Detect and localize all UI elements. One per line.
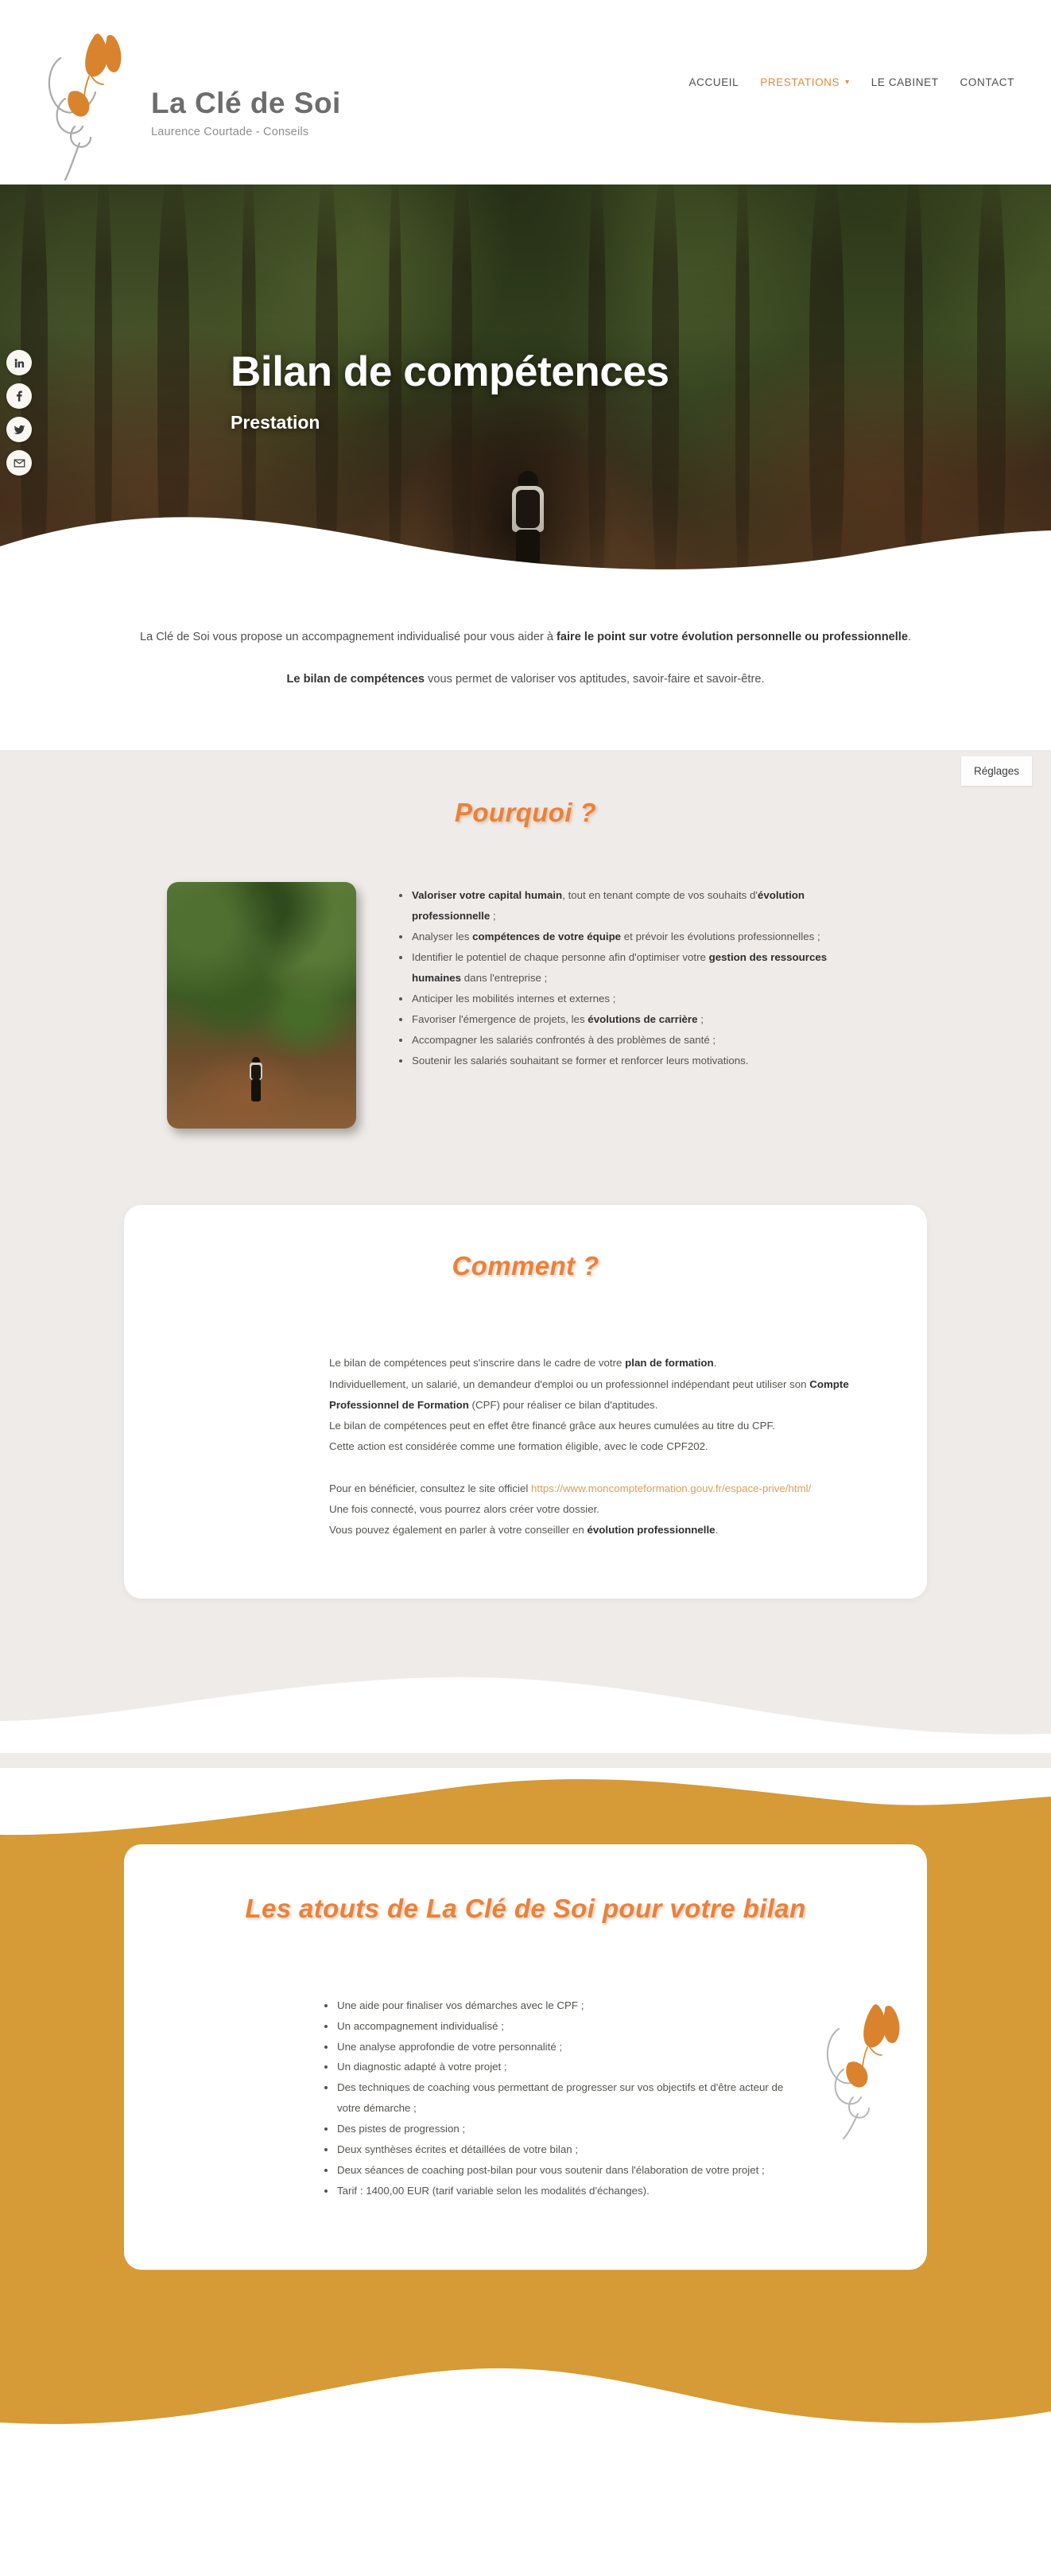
intro-paragraph-1: La Clé de Soi vous propose un accompagne… xyxy=(120,628,931,647)
comment-line-5: Pour en bénéficier, consultez le site of… xyxy=(329,1478,854,1499)
comment-line-6: Une fois connecté, vous pourrez alors cr… xyxy=(329,1503,599,1516)
comment-l5-pre: Pour en bénéficier, consultez le site of… xyxy=(329,1482,532,1494)
twitter-icon[interactable] xyxy=(6,417,32,442)
comment-body: Le bilan de compétences peut s'inscrire … xyxy=(124,1281,927,1541)
atouts-bullet-list: Une aide pour finaliser vos démarches av… xyxy=(323,1992,795,2201)
pourquoi-bullet-list: Valoriser votre capital humain, tout en … xyxy=(398,882,843,1070)
bullet-text-mid: , tout en tenant compte de vos souhaits … xyxy=(562,889,758,902)
pourquoi-image xyxy=(167,882,356,1129)
list-item: Soutenir les salariés souhaitant se form… xyxy=(398,1051,843,1071)
comment-l1-bold: plan de formation xyxy=(625,1357,714,1370)
facebook-icon[interactable] xyxy=(6,383,32,409)
bullet-text-mid: Soutenir les salariés souhaitant se form… xyxy=(412,1054,749,1067)
intro-section: La Clé de Soi vous propose un accompagne… xyxy=(0,598,1051,751)
site-header: La Clé de Soi Laurence Courtade - Consei… xyxy=(0,0,1051,185)
bullet-bold-lead: Valoriser votre capital humain xyxy=(412,889,563,902)
page-subtitle: Prestation xyxy=(231,411,320,433)
comment-l7-pre: Vous pouvez également en parler à votre … xyxy=(329,1524,588,1537)
page-title: Bilan de compétences xyxy=(231,348,669,396)
intro-p1-lead: La Clé de Soi vous propose un accompagne… xyxy=(139,631,557,643)
settings-button[interactable]: Réglages xyxy=(960,756,1032,787)
comment-l1-post: . xyxy=(713,1357,717,1370)
bullet-text-end: ; xyxy=(490,910,496,923)
bullet-text-mid: Anticiper les mobilités internes et exte… xyxy=(412,992,616,1004)
nav-item-accueil[interactable]: ACCUEIL xyxy=(689,76,739,88)
intro-p1-tail: . xyxy=(907,631,912,643)
atouts-heading: Les atouts de La Clé de Soi pour votre b… xyxy=(245,1893,806,1923)
cpf-official-link[interactable]: https://www.moncompteformation.gouv.fr/e… xyxy=(531,1482,811,1494)
bullet-text-end: dans l'entreprise ; xyxy=(461,971,548,984)
comment-l1-pre: Le bilan de compétences peut s'inscrire … xyxy=(329,1357,626,1370)
bullet-text-end: ; xyxy=(697,1012,704,1025)
intro-p1-bold: faire le point sur votre évolution perso… xyxy=(557,631,908,643)
butterfly-logo-icon xyxy=(800,1997,927,2140)
brand-subtitle: Laurence Courtade - Conseils xyxy=(151,125,309,138)
grey-content-section: Pourquoi ? Réglages Valoriser votre capi… xyxy=(0,750,1051,1769)
list-item: Un diagnostic adapté à votre projet ; xyxy=(323,2057,795,2077)
hero-banner: Bilan de compétences Prestation xyxy=(0,185,1051,598)
list-item: Valoriser votre capital humain, tout en … xyxy=(398,885,843,927)
bullet-text-mid: Analyser les xyxy=(412,931,473,943)
list-item: Tarif : 1400,00 EUR (tarif variable selo… xyxy=(323,2181,795,2201)
pourquoi-heading: Pourquoi ? xyxy=(454,798,597,828)
intro-paragraph-2: Le bilan de compétences vous permet de v… xyxy=(120,670,931,689)
list-item: Anticiper les mobilités internes et exte… xyxy=(398,989,843,1009)
list-item: Des techniques de coaching vous permetta… xyxy=(323,2077,795,2119)
bullet-bold-tail: compétences de votre équipe xyxy=(472,931,622,943)
email-icon[interactable] xyxy=(6,450,32,476)
nav-item-prestations-label: PRESTATIONS xyxy=(760,76,840,88)
brand-title: La Clé de Soi xyxy=(151,87,341,120)
comment-line-2: Individuellement, un salarié, un demande… xyxy=(329,1374,854,1416)
comment-l2-pre: Individuellement, un salarié, un demande… xyxy=(329,1377,810,1390)
comment-l2-post: (CPF) pour réaliser ce bilan d'aptitudes… xyxy=(468,1398,658,1411)
bullet-bold-tail: évolutions de carrière xyxy=(588,1012,698,1025)
comment-line-3: Le bilan de compétences peut en effet êt… xyxy=(329,1420,775,1432)
list-item: Analyser les compétences de votre équipe… xyxy=(398,927,843,947)
comment-heading: Comment ? xyxy=(452,1251,599,1281)
nav-item-prestations[interactable]: PRESTATIONS ▾ xyxy=(760,76,850,88)
bullet-text-end: et prévoir les évolutions professionnell… xyxy=(621,931,820,943)
comment-l7-bold: évolution professionnelle xyxy=(587,1524,716,1537)
main-navigation[interactable]: ACCUEIL PRESTATIONS ▾ LE CABINET CONTACT xyxy=(689,0,1051,88)
comment-line-1: Le bilan de compétences peut s'inscrire … xyxy=(329,1353,854,1373)
list-item: Un accompagnement individualisé ; xyxy=(323,2016,795,2037)
bullet-text-mid: Accompagner les salariés confrontés à de… xyxy=(412,1033,716,1046)
nav-item-contact[interactable]: CONTACT xyxy=(960,76,1014,88)
nav-item-le-cabinet[interactable]: LE CABINET xyxy=(871,76,939,88)
comment-l7-post: . xyxy=(715,1524,719,1537)
list-item: Deux séances de coaching post-bilan pour… xyxy=(323,2160,795,2181)
orange-bottom-wave xyxy=(0,2363,1051,2451)
orange-filler xyxy=(0,2269,1051,2364)
list-item: Deux synthèses écrites et détaillées de … xyxy=(323,2139,795,2160)
comment-card: Comment ? Le bilan de compétences peut s… xyxy=(124,1205,927,1599)
brand-block[interactable]: La Clé de Soi Laurence Courtade - Consei… xyxy=(0,0,341,181)
linkedin-icon[interactable] xyxy=(6,350,32,375)
chevron-down-icon: ▾ xyxy=(845,77,850,87)
grey-to-white-wave xyxy=(0,1677,1051,1753)
list-item: Une analyse approfondie de votre personn… xyxy=(323,2037,795,2057)
list-item: Une aide pour finaliser vos démarches av… xyxy=(323,1995,795,2016)
intro-p2-bold: Le bilan de compétences xyxy=(286,672,425,686)
butterfly-logo-icon xyxy=(33,22,137,181)
bullet-text-mid: Identifier le potentiel de chaque person… xyxy=(412,950,709,963)
orange-highlight-section: Les atouts de La Clé de Soi pour votre b… xyxy=(0,1767,1051,2488)
pourquoi-block: Pourquoi ? Réglages Valoriser votre capi… xyxy=(0,750,1051,1129)
social-share-rail[interactable] xyxy=(6,350,32,476)
bullet-text-mid: Favoriser l'émergence de projets, les xyxy=(412,1012,588,1025)
page-tail xyxy=(0,2450,1051,2488)
atouts-card: Les atouts de La Clé de Soi pour votre b… xyxy=(124,1844,927,2270)
list-item: Favoriser l'émergence de projets, les év… xyxy=(398,1009,843,1030)
hero-bottom-wave xyxy=(0,517,1051,598)
comment-line-7: Vous pouvez également en parler à votre … xyxy=(329,1520,854,1541)
list-item: Accompagner les salariés confrontés à de… xyxy=(398,1030,843,1051)
comment-line-4: Cette action est considérée comme une fo… xyxy=(329,1440,708,1453)
list-item: Des pistes de progression ; xyxy=(323,2119,795,2139)
white-to-orange-wave xyxy=(0,1767,1051,1835)
list-item: Identifier le potentiel de chaque person… xyxy=(398,947,843,989)
intro-p2-tail: vous permet de valoriser vos aptitudes, … xyxy=(425,672,765,686)
